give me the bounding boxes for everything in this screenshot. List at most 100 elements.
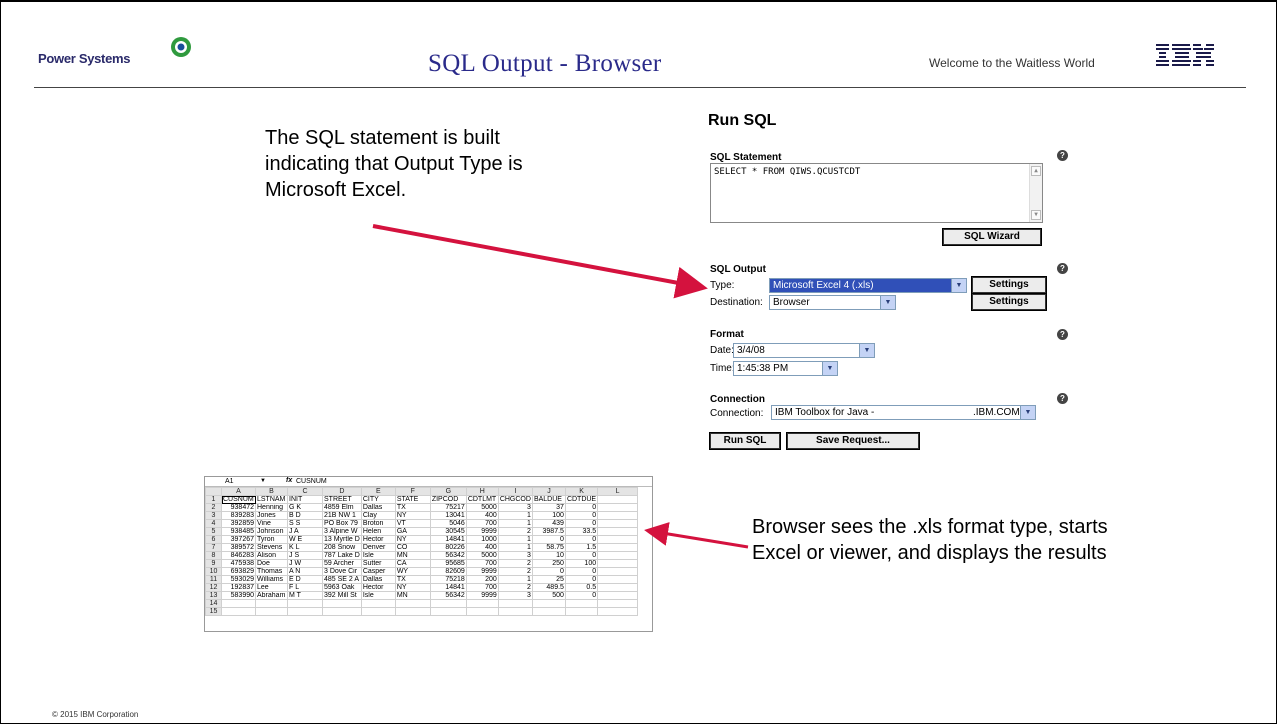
- sheet-cell[interactable]: 75217: [429, 503, 467, 512]
- row-header[interactable]: 3: [205, 511, 222, 520]
- sheet-cell[interactable]: [597, 591, 639, 600]
- sheet-cell[interactable]: 1: [497, 519, 533, 528]
- row-header[interactable]: 5: [205, 527, 222, 536]
- sheet-cell[interactable]: 3 Alpine W: [322, 527, 362, 536]
- sheet-cell[interactable]: Clay: [360, 511, 396, 520]
- sheet-cell[interactable]: 400: [465, 543, 499, 552]
- sheet-cell[interactable]: 700: [465, 519, 499, 528]
- sheet-cell[interactable]: 0: [564, 511, 599, 520]
- sheet-cell[interactable]: Doe: [255, 559, 288, 568]
- sheet-cell[interactable]: K L: [287, 543, 323, 552]
- sheet-cell[interactable]: [287, 607, 323, 616]
- sheet-cell[interactable]: [360, 607, 396, 616]
- sheet-cell[interactable]: [221, 607, 256, 616]
- sheet-cell[interactable]: 37: [531, 503, 566, 512]
- sheet-cell[interactable]: 839283: [221, 511, 256, 520]
- sheet-cell[interactable]: 0: [564, 591, 599, 600]
- sheet-cell[interactable]: 192837: [221, 583, 256, 592]
- destination-select[interactable]: Browser ▼: [769, 295, 896, 310]
- sheet-cell[interactable]: 1000: [465, 535, 499, 544]
- sheet-cell[interactable]: 200: [465, 575, 499, 584]
- sheet-cell[interactable]: 3: [497, 591, 533, 600]
- sheet-cell[interactable]: NY: [394, 535, 431, 544]
- sheet-cell[interactable]: [597, 511, 639, 520]
- time-format-select[interactable]: 1:45:38 PM ▼: [733, 361, 838, 376]
- sheet-cell[interactable]: [497, 607, 533, 616]
- sheet-cell[interactable]: BALDUE: [531, 495, 566, 504]
- chevron-down-icon[interactable]: ▼: [859, 344, 874, 357]
- row-header[interactable]: 7: [205, 543, 222, 552]
- sheet-cell[interactable]: 0: [531, 535, 566, 544]
- row-header[interactable]: 13: [205, 591, 222, 600]
- sheet-cell[interactable]: 5000: [465, 503, 499, 512]
- sheet-cell[interactable]: 489.5: [531, 583, 566, 592]
- sheet-cell[interactable]: 0: [564, 567, 599, 576]
- sheet-cell[interactable]: 14841: [429, 535, 467, 544]
- date-format-select[interactable]: 3/4/08 ▼: [733, 343, 875, 358]
- row-header[interactable]: 8: [205, 551, 222, 560]
- sheet-cell[interactable]: Hector: [360, 535, 396, 544]
- sheet-cell[interactable]: J W: [287, 559, 323, 568]
- sheet-cell[interactable]: NY: [394, 511, 431, 520]
- sheet-cell[interactable]: MN: [394, 591, 431, 600]
- sheet-cell[interactable]: TX: [394, 503, 431, 512]
- sheet-cell[interactable]: 250: [531, 559, 566, 568]
- sheet-cell[interactable]: 2: [497, 527, 533, 536]
- column-header[interactable]: L: [597, 487, 639, 496]
- sheet-cell[interactable]: A N: [287, 567, 323, 576]
- help-icon[interactable]: ?: [1057, 263, 1068, 274]
- sheet-cell[interactable]: 9999: [465, 591, 499, 600]
- column-header[interactable]: J: [531, 487, 566, 496]
- sheet-cell[interactable]: [465, 607, 499, 616]
- row-header[interactable]: 11: [205, 575, 222, 584]
- row-header[interactable]: 9: [205, 559, 222, 568]
- sheet-cell[interactable]: 13041: [429, 511, 467, 520]
- sheet-cell[interactable]: 100: [531, 511, 566, 520]
- row-header[interactable]: 4: [205, 519, 222, 528]
- sheet-cell[interactable]: [255, 607, 288, 616]
- sheet-cell[interactable]: STATE: [394, 495, 431, 504]
- sheet-cell[interactable]: 1: [497, 575, 533, 584]
- sheet-cell[interactable]: 846283: [221, 551, 256, 560]
- sheet-cell[interactable]: 1: [497, 543, 533, 552]
- chevron-down-icon[interactable]: ▼: [951, 279, 966, 292]
- sheet-cell[interactable]: 1.5: [564, 543, 599, 552]
- destination-settings-button[interactable]: Settings: [971, 293, 1047, 311]
- row-header[interactable]: 10: [205, 567, 222, 576]
- row-header[interactable]: 6: [205, 535, 222, 544]
- output-type-select[interactable]: Microsoft Excel 4 (.xls) ▼: [769, 278, 967, 293]
- column-header[interactable]: A: [221, 487, 256, 496]
- sheet-cell[interactable]: [597, 495, 639, 504]
- sheet-cell[interactable]: INIT: [287, 495, 323, 504]
- sheet-cell[interactable]: Vine: [255, 519, 288, 528]
- sheet-cell[interactable]: 14841: [429, 583, 467, 592]
- sheet-cell[interactable]: Isle: [360, 591, 396, 600]
- sheet-cell[interactable]: Isle: [360, 551, 396, 560]
- sheet-cell[interactable]: CO: [394, 543, 431, 552]
- sheet-cell[interactable]: 2: [497, 583, 533, 592]
- save-request-button[interactable]: Save Request...: [786, 432, 920, 450]
- sheet-cell[interactable]: [597, 575, 639, 584]
- sheet-cell[interactable]: [465, 599, 499, 608]
- sheet-cell[interactable]: M T: [287, 591, 323, 600]
- sheet-cell[interactable]: CA: [394, 559, 431, 568]
- sheet-cell[interactable]: 0: [564, 503, 599, 512]
- chevron-down-icon[interactable]: ▼: [1020, 406, 1035, 419]
- sheet-cell[interactable]: Hector: [360, 583, 396, 592]
- sql-statement-textarea[interactable]: SELECT * FROM QIWS.QCUSTCDT ▲ ▼: [710, 163, 1043, 223]
- sheet-cell[interactable]: CHGCOD: [497, 495, 533, 504]
- sheet-cell[interactable]: 389572: [221, 543, 256, 552]
- sheet-cell[interactable]: 0: [564, 575, 599, 584]
- sheet-cell[interactable]: 5963 Oak: [322, 583, 362, 592]
- column-header[interactable]: F: [394, 487, 431, 496]
- sheet-cell[interactable]: [287, 599, 323, 608]
- sheet-cell[interactable]: 938472: [221, 503, 256, 512]
- sheet-cell[interactable]: Thomas: [255, 567, 288, 576]
- sheet-cell[interactable]: [597, 559, 639, 568]
- sheet-cell[interactable]: 56342: [429, 591, 467, 600]
- sheet-cell[interactable]: 9999: [465, 567, 499, 576]
- sheet-cell[interactable]: Stevens: [255, 543, 288, 552]
- sheet-cell[interactable]: 693829: [221, 567, 256, 576]
- sheet-cell[interactable]: 80226: [429, 543, 467, 552]
- sheet-cell[interactable]: [597, 607, 639, 616]
